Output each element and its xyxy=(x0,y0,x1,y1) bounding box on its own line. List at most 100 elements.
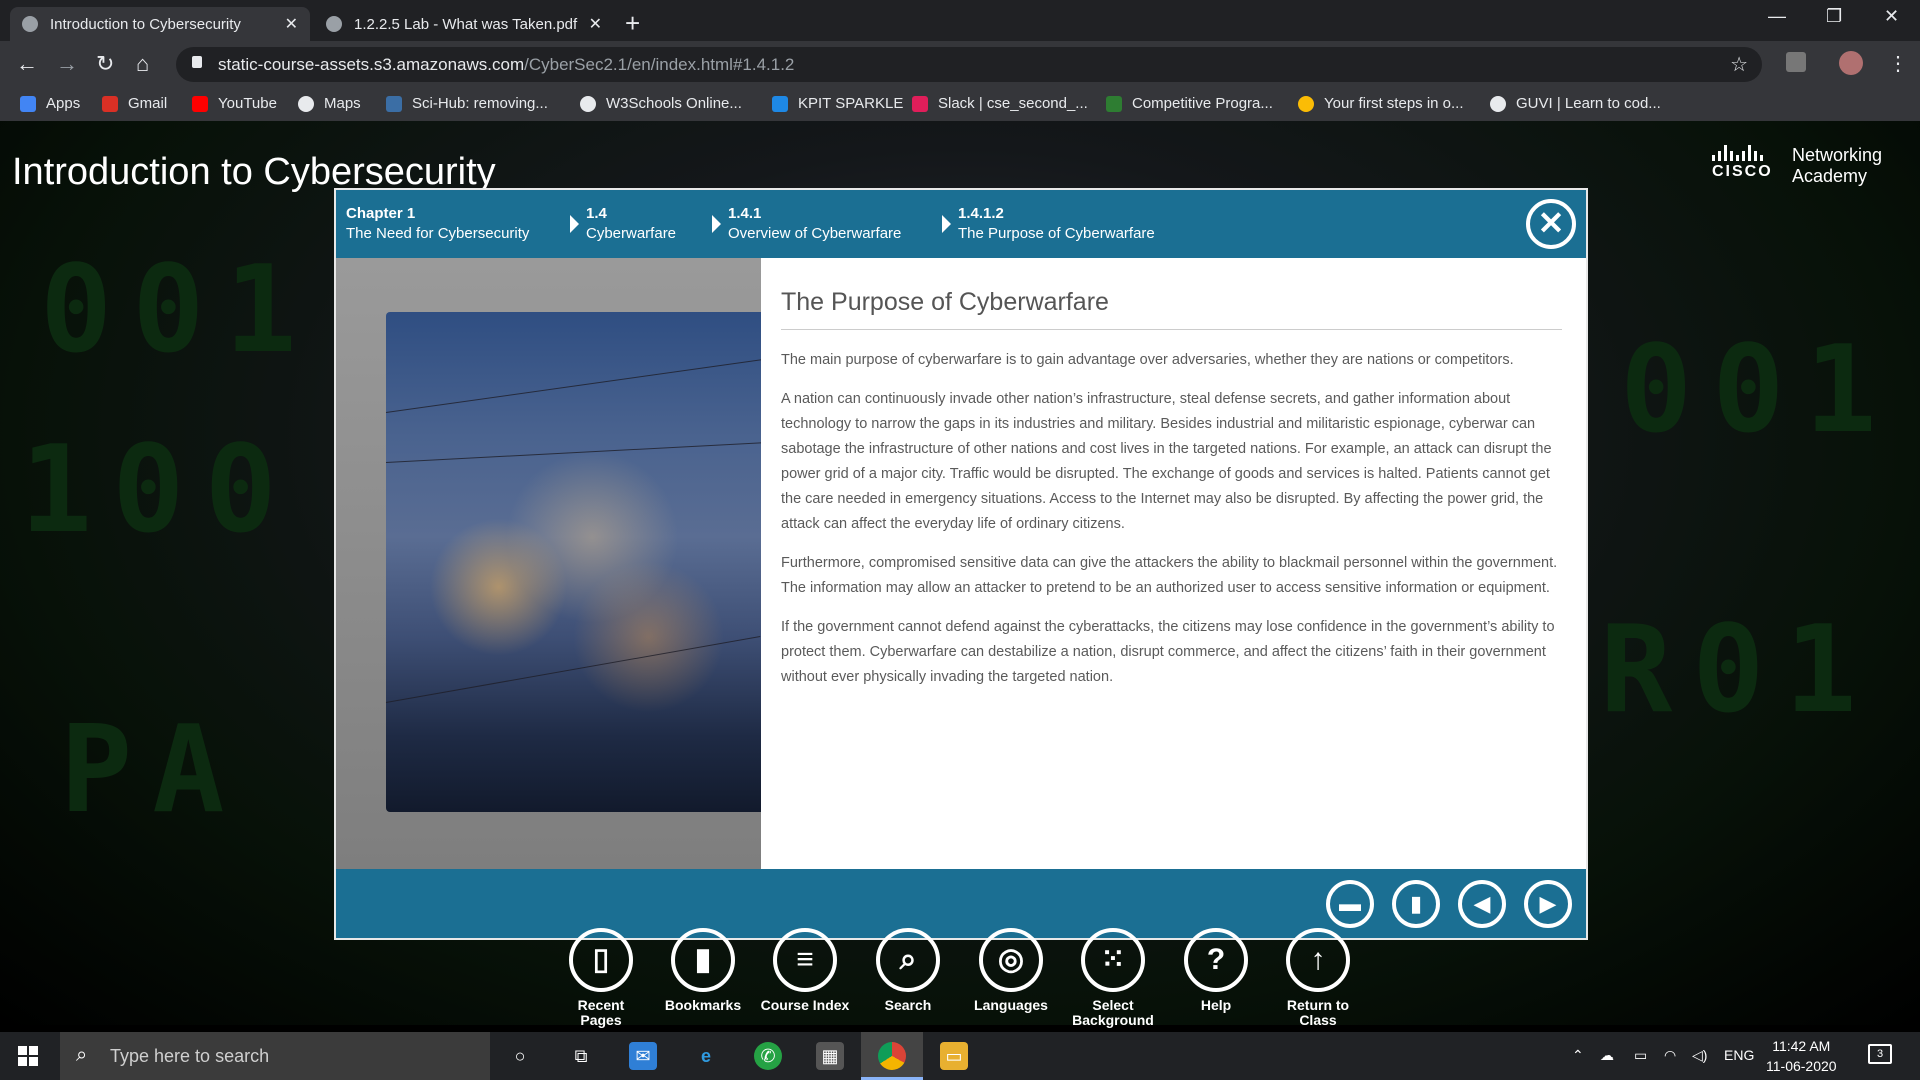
battery-icon[interactable]: ▭ xyxy=(1634,1047,1647,1064)
show-hidden-icons[interactable]: ⌃ xyxy=(1572,1047,1584,1064)
breadcrumb-topic[interactable]: 1.4.1 Overview of Cyberwarfare xyxy=(728,204,901,244)
academy-wordmark: Networking Academy xyxy=(1792,145,1883,186)
search-icon: ⌕ xyxy=(876,928,940,992)
bookmark-icon: ▮ xyxy=(1409,891,1423,916)
browser-tab-bar: Introduction to Cybersecurity ✕ 1.2.2.5 … xyxy=(0,0,1920,41)
url-text[interactable]: static-course-assets.s3.amazonaws.com/Cy… xyxy=(218,55,794,75)
bookmark-gmail[interactable]: Gmail xyxy=(102,95,167,112)
text-panel: The Purpose of Cyberwarfare The main pur… xyxy=(761,258,1586,869)
home-icon[interactable]: ⌂ xyxy=(136,51,149,77)
onedrive-icon[interactable]: ☁ xyxy=(1600,1047,1614,1064)
bookmark-apps[interactable]: Apps xyxy=(20,95,80,112)
bookmark-maps[interactable]: Maps xyxy=(298,95,361,112)
taskbar-search-box[interactable]: ⌕ Type here to search xyxy=(60,1032,490,1080)
recent-pages-icon: ▯ xyxy=(569,928,633,992)
task-view-icon[interactable]: ⧉ xyxy=(567,1042,595,1070)
minimize-icon[interactable]: — xyxy=(1768,6,1786,27)
close-tab-icon[interactable]: ✕ xyxy=(285,14,298,34)
content-modal: Chapter 1 The Need for Cybersecurity 1.4… xyxy=(334,188,1588,940)
next-page-button[interactable]: ▶ xyxy=(1524,880,1572,928)
previous-icon: ◀ xyxy=(1473,891,1491,916)
bookmark-w3schools[interactable]: W3Schools Online... xyxy=(580,95,742,112)
nav-bookmarks[interactable]: ▮ Bookmarks xyxy=(658,928,748,1013)
nav-recent-pages[interactable]: ▯ Recent Pages xyxy=(556,928,646,1028)
bookmark-competitive-programming[interactable]: Competitive Progra... xyxy=(1106,95,1273,112)
bookmark-guvi[interactable]: GUVI | Learn to cod... xyxy=(1490,95,1661,112)
breadcrumb-separator-icon xyxy=(570,215,579,233)
volume-icon[interactable]: ◁) xyxy=(1692,1047,1707,1064)
up-arrow-icon: ↑ xyxy=(1286,928,1350,992)
nav-course-index[interactable]: ≡ Course Index xyxy=(760,928,850,1013)
nav-languages[interactable]: ◎ Languages xyxy=(966,928,1056,1013)
extension-icon[interactable] xyxy=(1786,52,1806,72)
code-icon xyxy=(1106,95,1122,112)
city-night-photo xyxy=(385,312,766,812)
breadcrumb-section[interactable]: 1.4 Cyberwarfare xyxy=(586,204,676,244)
nav-help[interactable]: ? Help xyxy=(1171,928,1261,1013)
nav-return-to-class[interactable]: ↑ Return to Class xyxy=(1273,928,1363,1028)
paragraph: A nation can continuously invade other n… xyxy=(781,391,1552,532)
language-indicator[interactable]: ENG xyxy=(1724,1047,1754,1063)
background-decoration: 001 xyxy=(1620,321,1897,460)
bookmarks-bar: Apps Gmail YouTube Maps Sci-Hub: removin… xyxy=(0,88,1920,121)
slack-icon xyxy=(912,95,928,112)
close-modal-button[interactable]: ✕ xyxy=(1526,199,1576,249)
breadcrumb: Chapter 1 The Need for Cybersecurity 1.4… xyxy=(336,190,1586,258)
previous-page-button[interactable]: ◀ xyxy=(1458,880,1506,928)
lock-icon xyxy=(192,56,202,68)
nav-search[interactable]: ⌕ Search xyxy=(863,928,953,1013)
background-decoration: R01 xyxy=(1600,601,1877,740)
close-window-icon[interactable]: ✕ xyxy=(1884,6,1899,27)
edge-icon[interactable]: e xyxy=(692,1042,720,1070)
google-icon xyxy=(1298,95,1314,112)
back-icon[interactable]: ← xyxy=(16,51,38,77)
comment-icon: ▬ xyxy=(1339,891,1361,916)
bookmark-slack[interactable]: Slack | cse_second_... xyxy=(912,95,1088,112)
cisco-wordmark: CISCO xyxy=(1712,163,1773,180)
page-heading: The Purpose of Cyberwarfare xyxy=(781,288,1562,330)
background-decoration: PA xyxy=(60,701,245,840)
bookmark-kpit-sparkle[interactable]: KPIT SPARKLE xyxy=(772,95,903,112)
bookmark-star-icon[interactable]: ☆ xyxy=(1730,52,1748,77)
help-icon: ? xyxy=(1184,928,1248,992)
clock[interactable]: 11:42 AM 11-06-2020 xyxy=(1766,1036,1837,1076)
tab-introduction-to-cybersecurity[interactable]: Introduction to Cybersecurity ✕ xyxy=(10,7,310,41)
bookmark-first-steps[interactable]: Your first steps in o... xyxy=(1298,95,1464,112)
bookmark-sci-hub[interactable]: Sci-Hub: removing... xyxy=(386,95,548,112)
wifi-icon[interactable]: ◠ xyxy=(1664,1047,1676,1064)
globe-icon xyxy=(580,95,596,112)
bookmark-page-button[interactable]: ▮ xyxy=(1392,880,1440,928)
store-icon[interactable]: ▦ xyxy=(816,1042,844,1070)
reload-icon[interactable]: ↻ xyxy=(96,51,114,77)
browser-menu-icon[interactable]: ⋮ xyxy=(1888,51,1908,76)
bookmark-icon: ▮ xyxy=(671,928,735,992)
apps-grid-icon xyxy=(20,95,36,112)
tab-title: 1.2.2.5 Lab - What was Taken.pdf xyxy=(354,15,578,33)
windows-start-button[interactable] xyxy=(18,1046,38,1066)
tab-lab-pdf[interactable]: 1.2.2.5 Lab - What was Taken.pdf ✕ xyxy=(314,7,614,41)
search-icon: ⌕ xyxy=(76,1044,88,1066)
browser-toolbar: ← → ↻ ⌂ static-course-assets.s3.amazonaw… xyxy=(0,41,1920,88)
cortana-icon[interactable]: ○ xyxy=(506,1042,534,1070)
restore-icon[interactable]: ❐ xyxy=(1826,6,1842,27)
bookmark-youtube[interactable]: YouTube xyxy=(192,95,277,112)
new-tab-button[interactable]: + xyxy=(625,8,640,39)
kpit-icon xyxy=(772,95,788,112)
profile-avatar[interactable] xyxy=(1839,51,1863,75)
youtube-icon xyxy=(192,95,208,112)
background-decoration: 001 xyxy=(40,241,317,380)
gmail-icon xyxy=(102,95,118,112)
breadcrumb-page[interactable]: 1.4.1.2 The Purpose of Cyberwarfare xyxy=(958,204,1155,244)
background-decoration: 100 xyxy=(20,421,297,560)
notifications-icon[interactable]: 3 xyxy=(1868,1044,1892,1064)
close-tab-icon[interactable]: ✕ xyxy=(589,14,602,34)
breadcrumb-chapter[interactable]: Chapter 1 The Need for Cybersecurity xyxy=(346,204,529,244)
globe-icon: ◎ xyxy=(979,928,1043,992)
address-bar[interactable]: static-course-assets.s3.amazonaws.com/Cy… xyxy=(176,47,1762,82)
comment-button[interactable]: ▬ xyxy=(1326,880,1374,928)
forward-icon[interactable]: → xyxy=(56,51,78,77)
nav-select-background[interactable]: ⁙ Select Background xyxy=(1068,928,1158,1028)
file-explorer-icon[interactable]: ▭ xyxy=(940,1042,968,1070)
mail-icon[interactable]: ✉ xyxy=(629,1042,657,1070)
whatsapp-icon[interactable]: ✆ xyxy=(754,1042,782,1070)
